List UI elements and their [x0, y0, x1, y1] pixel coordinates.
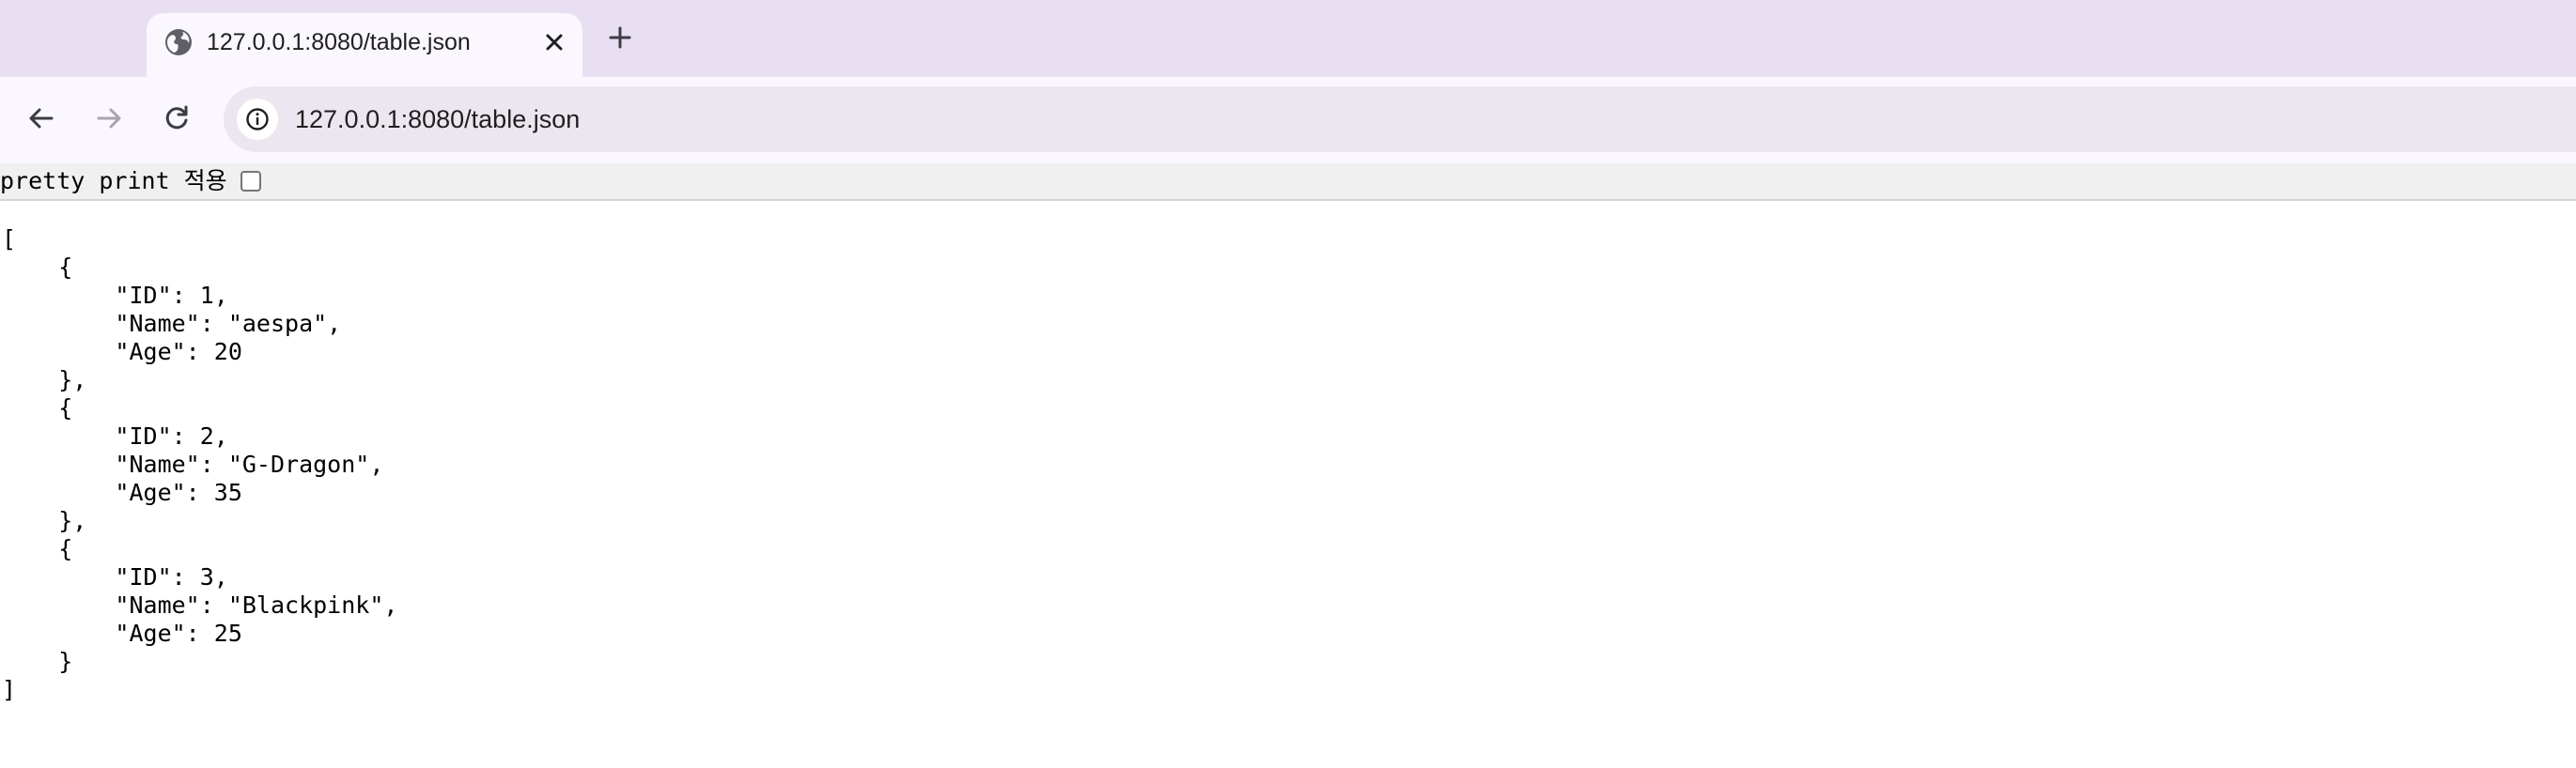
- info-icon[interactable]: [237, 99, 278, 140]
- back-button[interactable]: [21, 100, 62, 141]
- json-content: [ { "ID": 1, "Name": "aespa", "Age": 20 …: [2, 225, 397, 704]
- close-icon[interactable]: [539, 27, 569, 57]
- json-line: }: [2, 648, 73, 675]
- json-line: "Name": "Blackpink",: [2, 591, 398, 619]
- json-line: "Age": 35: [2, 479, 242, 506]
- address-bar[interactable]: 127.0.0.1:8080/table.json: [224, 86, 2576, 152]
- arrow-right-icon: [95, 104, 123, 137]
- json-line: "Name": "aespa",: [2, 310, 342, 337]
- json-line: "ID": 1,: [2, 282, 228, 309]
- forward-button[interactable]: [88, 100, 130, 141]
- json-line: ]: [2, 676, 17, 703]
- pretty-print-label: pretty print 적용: [0, 167, 227, 194]
- arrow-left-icon: [27, 104, 55, 137]
- json-line: {: [2, 253, 73, 281]
- reload-button[interactable]: [156, 100, 197, 141]
- json-line: "Name": "G-Dragon",: [2, 451, 384, 478]
- json-line: "Age": 20: [2, 338, 242, 365]
- address-url[interactable]: 127.0.0.1:8080/table.json: [295, 101, 580, 137]
- globe-icon: [163, 27, 194, 57]
- pretty-print-bar: pretty print 적용: [0, 163, 2576, 201]
- browser-tab[interactable]: 127.0.0.1:8080/table.json: [147, 13, 582, 77]
- json-line: [: [2, 225, 17, 253]
- json-line: "ID": 3,: [2, 563, 228, 591]
- json-line: {: [2, 394, 73, 422]
- json-line: {: [2, 535, 73, 562]
- plus-icon[interactable]: [601, 19, 639, 56]
- json-line: },: [2, 507, 87, 534]
- reload-icon: [163, 104, 191, 137]
- json-line: },: [2, 366, 87, 393]
- browser-toolbar: 127.0.0.1:8080/table.json: [0, 77, 2576, 163]
- tab-title: 127.0.0.1:8080/table.json: [207, 29, 471, 55]
- pretty-print-checkbox[interactable]: [241, 171, 261, 192]
- tab-strip: 127.0.0.1:8080/table.json: [0, 0, 2576, 77]
- json-line: "Age": 25: [2, 620, 242, 647]
- json-line: "ID": 2,: [2, 422, 228, 450]
